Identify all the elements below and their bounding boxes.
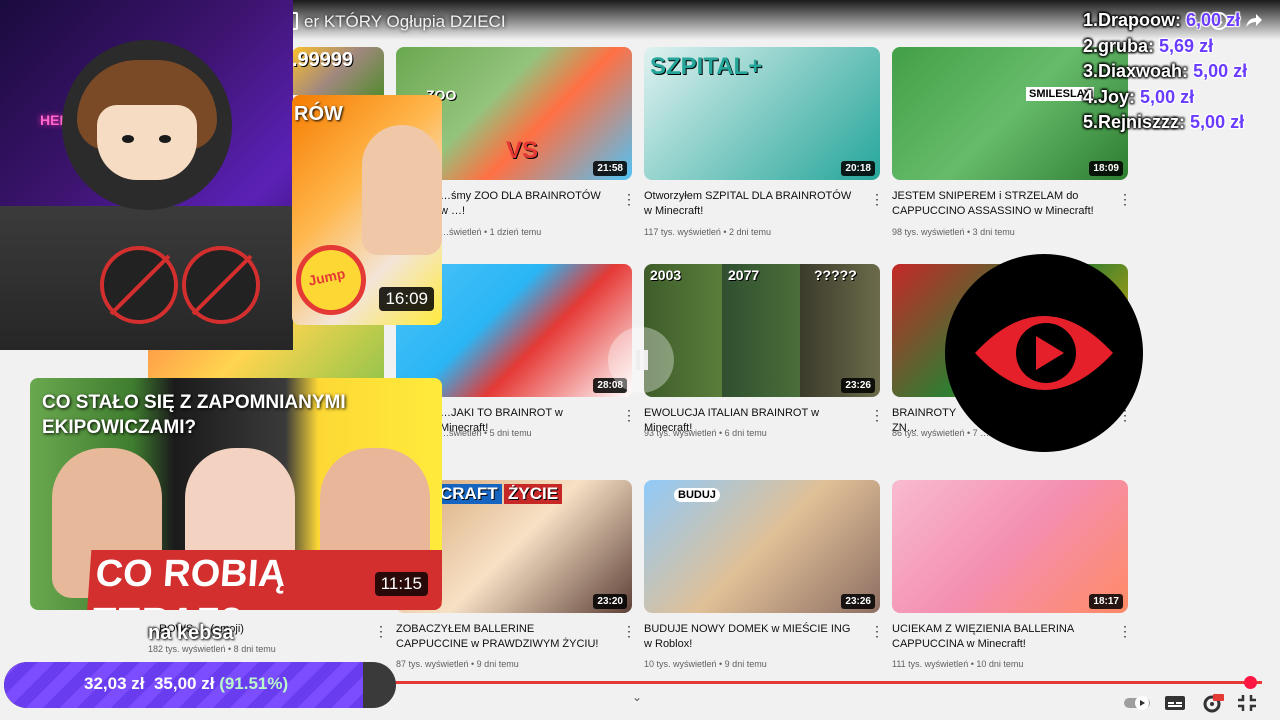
fullscreen-exit-icon[interactable]	[1236, 690, 1258, 716]
video-thumbnail-left-row1[interactable]: .99999	[292, 47, 384, 95]
more-options-icon[interactable]	[622, 191, 636, 208]
donor-entry: 4.Joy: 5,00 zł	[1083, 86, 1195, 107]
no-symbol-sticker-backrooms	[100, 246, 178, 324]
duration-badge: 18:09	[1089, 161, 1123, 176]
stream-caption: na kebsa	[148, 622, 234, 644]
featured-video-thumbnail-2[interactable]: CO STAŁO SIĘ Z ZAPOMNIANYMI EKIPOWICZAMI…	[30, 378, 442, 610]
duration-badge: 20:18	[841, 161, 875, 176]
featured-title: CO STAŁO SIĘ Z ZAPOMNIANYMI EKIPOWICZAMI…	[42, 392, 346, 438]
top-donors-list: 1.Drapoow: 6,00 zł 2.gruba: 5,69 zł 3.Di…	[1083, 8, 1247, 136]
video-title-link[interactable]: …śmy ZOO DLA BRAINROTÓW w …!	[440, 189, 610, 219]
donor-entry: 5.Rejniszzz: 5,00 zł	[1083, 112, 1245, 132]
video-meta: …świetleń • 5 dni temu	[440, 428, 532, 438]
chevron-down-icon[interactable]: ⌄	[632, 690, 642, 704]
video-thumbnail-wiezienie[interactable]: 18:17	[892, 480, 1128, 613]
video-title-link[interactable]: ZOBACZYŁEM BALLERINE CAPPUCCINE w PRAWDZ…	[396, 622, 608, 652]
eye-logo-icon	[945, 254, 1143, 452]
duration-badge: 21:58	[593, 161, 627, 176]
streamer-webcam-overlay: HELL	[0, 0, 293, 350]
thumb-label-unknown: ?????	[814, 267, 857, 283]
goal-text: 32,03 zł 35,00 zł (91.51%)	[84, 674, 289, 693]
featured-title-fragment: RÓW	[294, 103, 343, 125]
thumb-label-2003: 2003	[650, 267, 682, 283]
video-meta: 117 tys. wyświetleń • 2 dni temu	[644, 227, 772, 237]
progress-scrubber-handle[interactable]	[1244, 676, 1257, 689]
autoplay-toggle-icon[interactable]	[1122, 690, 1154, 716]
streamer-avatar	[62, 40, 232, 210]
duration-badge: 23:26	[841, 594, 875, 609]
video-title[interactable]: er KTÓRY Ogłupia DZIECI	[282, 12, 506, 32]
thumb-text: .99999	[292, 49, 354, 71]
video-thumbnail-domek[interactable]: BUDUJ 23:26	[644, 480, 880, 613]
video-meta: …świetleń • 1 dzień temu	[440, 227, 542, 237]
more-options-icon[interactable]	[622, 407, 636, 424]
thumb-text: BUDUJ	[674, 488, 720, 502]
video-thumbnail-evolution[interactable]: 2003 2077 ????? 23:26	[644, 264, 880, 397]
video-title-link[interactable]: JESTEM SNIPEREM i STRZELAM do CAPPUCCINO…	[892, 189, 1104, 219]
duration-badge: 23:20	[593, 594, 627, 609]
thumb-text-zycie: ŻYCIE	[504, 484, 563, 504]
video-meta: 10 tys. wyświetleń • 9 dni temu	[644, 659, 767, 669]
donor-entry: 3.Diaxwoah: 5,00 zł	[1083, 61, 1248, 81]
video-meta: 98 tys. wyświetleń • 3 dni temu	[892, 227, 1015, 237]
more-options-icon[interactable]	[870, 623, 884, 640]
video-title-link[interactable]: UCIEKAM Z WIĘZIENIA BALLERINA CAPPUCCINA…	[892, 622, 1104, 652]
video-progress-bar[interactable]	[360, 681, 1262, 684]
more-options-icon[interactable]	[1118, 623, 1132, 640]
donor-entry: 2.gruba: 5,69 zł	[1083, 35, 1214, 56]
more-options-icon[interactable]	[374, 623, 388, 640]
thumb-text: CRAFT	[436, 484, 502, 504]
thumb-text: SZPITAL+	[650, 53, 763, 80]
video-meta: 87 tys. wyświetleń • 9 dni temu	[396, 659, 519, 669]
duration-badge: 23:26	[841, 378, 875, 393]
video-thumbnail-szpital[interactable]: SZPITAL+ 20:18	[644, 47, 880, 180]
youtube-end-screen: er KTÓRY Ogłupia DZIECI ZOO VS 21:58 …śm…	[0, 0, 1280, 720]
no-symbol-sticker-magic	[182, 246, 260, 324]
video-meta: 182 tys. wyświetleń • 8 dni temu	[148, 644, 276, 654]
duration-badge: 11:15	[374, 572, 428, 596]
webcam-feed	[0, 206, 293, 350]
more-options-icon[interactable]	[1118, 191, 1132, 208]
pause-icon[interactable]	[608, 327, 674, 393]
thumb-label-2077: 2077	[728, 267, 760, 283]
settings-hd-icon[interactable]	[1200, 690, 1226, 716]
subtitles-icon[interactable]	[1164, 690, 1186, 716]
duration-badge: 18:17	[1089, 594, 1123, 609]
video-title-link[interactable]: Otworzyłem SZPITAL DLA BRAINROTÓW w Mine…	[644, 189, 856, 219]
video-title-link[interactable]: BUDUJE NOWY DOMEK w MIEŚCIE ING w Roblox…	[644, 622, 856, 652]
more-options-icon[interactable]	[870, 191, 884, 208]
more-options-icon[interactable]	[622, 623, 636, 640]
more-options-icon[interactable]	[870, 407, 884, 424]
donor-entry: 1.Drapoow: 6,00 zł	[1083, 10, 1241, 30]
video-meta: 93 tys. wyświetleń • 6 dni temu	[644, 428, 767, 438]
thumb-text-vs: VS	[506, 137, 539, 164]
featured-video-thumbnail-1[interactable]: RÓW Jump 16:09	[292, 95, 442, 325]
donation-goal-bar: 32,03 zł 35,00 zł (91.51%)	[4, 662, 396, 708]
video-meta: 111 tys. wyświetleń • 10 dni temu	[892, 659, 1024, 669]
duration-badge: 16:09	[379, 287, 434, 311]
